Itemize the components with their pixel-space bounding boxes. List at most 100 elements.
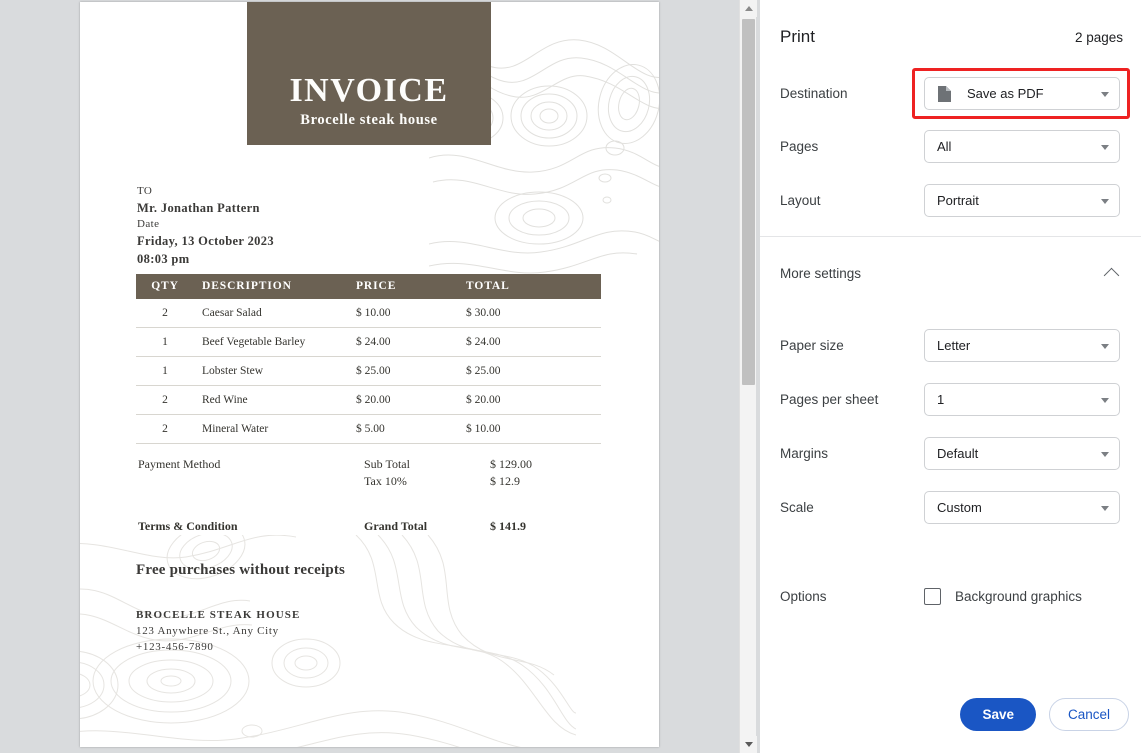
invoice-footer-block: BROCELLE STEAK HOUSE 123 Anywhere St., A… xyxy=(136,608,300,656)
chevron-down-icon xyxy=(1101,505,1109,511)
grand-total-label: Grand Total xyxy=(364,519,428,533)
margins-select[interactable]: Default xyxy=(924,437,1120,470)
date-label: Date xyxy=(137,218,160,231)
tax-value: $ 12.9 xyxy=(490,474,520,488)
table-row: Tax 10% $ 12.9 xyxy=(136,474,606,491)
table-row: 2 Mineral Water $ 5.00 $ 10.00 xyxy=(136,414,601,444)
scrollbar-thumb[interactable] xyxy=(742,19,755,385)
chevron-down-icon xyxy=(1101,198,1109,204)
chevron-down-icon xyxy=(1101,397,1109,403)
page-title: Print xyxy=(780,27,815,46)
table-row: 1 Beef Vegetable Barley $ 24.00 $ 24.00 xyxy=(136,327,601,357)
paper-size-value: Letter xyxy=(937,338,971,353)
margins-row: Margins Default xyxy=(760,437,1141,470)
cell-description: Caesar Salad xyxy=(194,299,356,328)
footer-address: 123 Anywhere St., Any City xyxy=(136,624,279,637)
pages-per-sheet-label: Pages per sheet xyxy=(780,392,879,407)
pdf-document-icon xyxy=(938,85,951,102)
table-row: Payment Method Sub Total $ 129.00 xyxy=(136,457,606,474)
table-row: 2 Caesar Salad $ 10.00 $ 30.00 xyxy=(136,299,601,328)
layout-label: Layout xyxy=(780,193,821,208)
cell-total: $ 30.00 xyxy=(466,299,601,328)
free-purchases-note: Free purchases without receipts xyxy=(136,562,346,578)
cell-total: $ 25.00 xyxy=(466,356,601,386)
cell-price: $ 5.00 xyxy=(356,414,466,444)
cell-price: $ 25.00 xyxy=(356,356,466,386)
cell-description: Lobster Stew xyxy=(194,356,356,386)
destination-label: Destination xyxy=(780,86,848,101)
footer-phone: +123-456-7890 xyxy=(136,640,214,653)
destination-select[interactable]: Save as PDF xyxy=(924,77,1120,110)
invoice-document-page: INVOICE Brocelle steak house TO Mr. Jona… xyxy=(80,2,659,747)
scroll-up-arrow-icon[interactable] xyxy=(740,0,757,17)
pages-per-sheet-value: 1 xyxy=(937,392,945,407)
cell-qty: 2 xyxy=(136,414,194,444)
layout-value: Portrait xyxy=(937,193,979,208)
invoice-items-table: QTY DESCRIPTION PRICE TOTAL 2 Caesar Sala… xyxy=(136,274,601,444)
destination-row: Destination Save as PDF xyxy=(760,77,1141,110)
print-preview-dialog: INVOICE Brocelle steak house TO Mr. Jona… xyxy=(0,0,1141,753)
cell-total: $ 10.00 xyxy=(466,414,601,444)
header-total: TOTAL xyxy=(466,274,601,299)
header-description: DESCRIPTION xyxy=(194,274,356,299)
cancel-button[interactable]: Cancel xyxy=(1048,698,1129,731)
invoice-totals-block: Payment Method Sub Total $ 129.00 Tax 10… xyxy=(136,457,606,536)
table-row: 1 Lobster Stew $ 25.00 $ 25.00 xyxy=(136,356,601,386)
paper-size-select[interactable]: Letter xyxy=(924,329,1120,362)
to-label: TO xyxy=(137,185,153,197)
cell-description: Mineral Water xyxy=(194,414,356,444)
date-value: Friday, 13 October 2023 xyxy=(137,233,274,248)
bill-to-block: TO Mr. Jonathan Pattern Date Friday, 13 … xyxy=(137,184,274,268)
print-settings-pane: Print 2 pages Destination Save as PDF Pa… xyxy=(760,0,1141,753)
chevron-down-icon xyxy=(1101,144,1109,150)
destination-value: Save as PDF xyxy=(967,86,1044,101)
action-bar: Save Cancel xyxy=(960,698,1129,731)
invoice-table-body: 2 Caesar Salad $ 10.00 $ 30.00 1 Beef Vegetab… xyxy=(136,299,601,444)
cell-description: Red Wine xyxy=(194,385,356,415)
more-settings-toggle[interactable]: More settings xyxy=(760,260,1141,286)
pages-per-sheet-row: Pages per sheet 1 xyxy=(760,383,1141,416)
cell-price: $ 10.00 xyxy=(356,299,466,328)
paper-size-row: Paper size Letter xyxy=(760,329,1141,362)
payment-method-label: Payment Method xyxy=(138,457,221,471)
tax-label: Tax 10% xyxy=(364,474,407,488)
pages-select[interactable]: All xyxy=(924,130,1120,163)
cell-description: Beef Vegetable Barley xyxy=(194,327,356,357)
invoice-header-band: INVOICE Brocelle steak house xyxy=(247,2,491,145)
cell-qty: 2 xyxy=(136,385,194,415)
paper-size-label: Paper size xyxy=(780,338,844,353)
margins-label: Margins xyxy=(780,446,829,461)
cell-total: $ 20.00 xyxy=(466,385,601,415)
terms-label: Terms & Condition xyxy=(138,519,238,533)
chevron-up-icon xyxy=(1103,267,1120,283)
cell-price: $ 24.00 xyxy=(356,327,466,357)
chevron-down-icon xyxy=(1101,343,1109,349)
more-settings-label: More settings xyxy=(780,265,862,281)
table-header-row: QTY DESCRIPTION PRICE TOTAL xyxy=(136,274,601,299)
margins-value: Default xyxy=(937,446,979,461)
cell-price: $ 20.00 xyxy=(356,385,466,415)
scale-select[interactable]: Custom xyxy=(924,491,1120,524)
pages-row: Pages All xyxy=(760,130,1141,163)
print-preview-pane: INVOICE Brocelle steak house TO Mr. Jona… xyxy=(0,0,760,753)
options-row: Options Background graphics xyxy=(760,588,1141,605)
table-row: Terms & Condition Grand Total $ 141.9 xyxy=(136,519,606,536)
scale-row: Scale Custom xyxy=(760,491,1141,524)
preview-scrollbar[interactable] xyxy=(739,0,757,753)
invoice-subtitle: Brocelle steak house xyxy=(300,112,438,128)
scroll-down-arrow-icon[interactable] xyxy=(740,736,757,753)
settings-divider xyxy=(760,236,1141,237)
cell-qty: 1 xyxy=(136,327,194,357)
cell-total: $ 24.00 xyxy=(466,327,601,357)
scale-value: Custom xyxy=(937,500,982,515)
save-button[interactable]: Save xyxy=(960,698,1036,731)
chevron-down-icon xyxy=(1101,451,1109,457)
cell-qty: 2 xyxy=(136,299,194,328)
background-graphics-checkbox[interactable] xyxy=(924,588,941,605)
background-graphics-label: Background graphics xyxy=(955,589,1082,604)
sub-total-label: Sub Total xyxy=(364,457,410,471)
layout-select[interactable]: Portrait xyxy=(924,184,1120,217)
chevron-down-icon xyxy=(1101,91,1109,97)
pages-per-sheet-select[interactable]: 1 xyxy=(924,383,1120,416)
